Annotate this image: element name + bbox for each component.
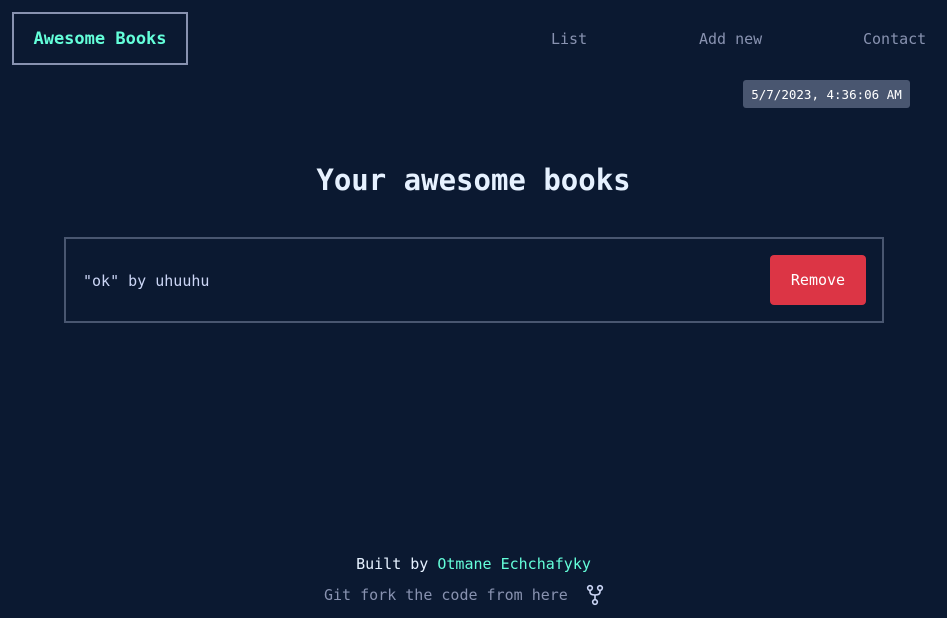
book-item: "ok" by uhuuhu Remove <box>66 239 882 321</box>
built-by-label: Built by <box>356 555 429 573</box>
author-link[interactable]: Otmane Echchafyky <box>437 555 591 573</box>
datetime-badge: 5/7/2023, 4:36:06 AM <box>743 80 910 108</box>
footer-credits: Built by Otmane Echchafyky <box>0 555 947 573</box>
nav-link-contact[interactable]: Contact <box>863 30 926 48</box>
footer-fork: Git fork the code from here <box>324 584 606 606</box>
git-fork-icon[interactable] <box>584 584 606 606</box>
page-title: Your awesome books <box>316 163 631 197</box>
book-title-author: "ok" by uhuuhu <box>83 272 210 290</box>
remove-button[interactable]: Remove <box>770 255 866 305</box>
fork-link[interactable]: Git fork the code from here <box>324 586 568 604</box>
nav-link-list[interactable]: List <box>551 30 587 48</box>
book-list: "ok" by uhuuhu Remove <box>64 237 884 323</box>
page: Awesome Books List Add new Contact 5/7/2… <box>0 0 947 618</box>
nav-link-add-new[interactable]: Add new <box>699 30 762 48</box>
main-nav: List Add new Contact <box>0 30 947 50</box>
